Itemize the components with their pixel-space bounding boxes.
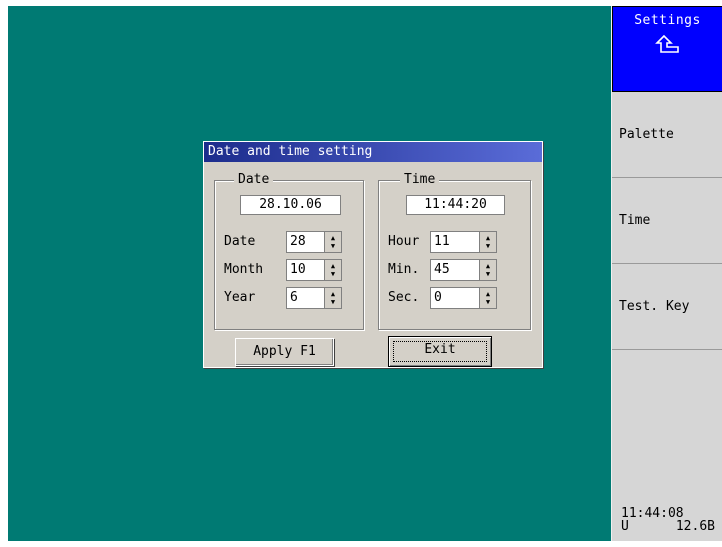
device-screen: Date and time setting Date 28.10.06 Date… bbox=[8, 6, 722, 547]
spin-arrows-icon[interactable]: ▲ ▼ bbox=[324, 260, 341, 280]
date-display: 28.10.06 bbox=[240, 195, 341, 215]
date-month-spinner[interactable]: 10 ▲ ▼ bbox=[286, 259, 342, 281]
time-min-value[interactable]: 45 bbox=[431, 260, 479, 280]
sidebar-item-label: Test. Key bbox=[619, 299, 690, 314]
time-hour-spinner[interactable]: 11 ▲ ▼ bbox=[430, 231, 497, 253]
sidebar-item-label: Time bbox=[619, 213, 651, 228]
status-unit: U bbox=[621, 519, 629, 534]
date-year-label: Year bbox=[224, 290, 256, 305]
time-group-legend: Time bbox=[400, 172, 440, 188]
time-sec-spinner[interactable]: 0 ▲ ▼ bbox=[430, 287, 497, 309]
sidebar: Settings Palette Time Test. Key 11:44:08… bbox=[611, 6, 722, 541]
date-day-value[interactable]: 28 bbox=[287, 232, 324, 252]
time-sec-label: Sec. bbox=[388, 290, 420, 305]
date-group: Date 28.10.06 Date 28 ▲ ▼ Month 10 ▲ ▼ Yea… bbox=[214, 172, 364, 330]
date-year-value[interactable]: 6 bbox=[287, 288, 324, 308]
date-day-label: Date bbox=[224, 234, 256, 249]
date-year-spinner[interactable]: 6 ▲ ▼ bbox=[286, 287, 342, 309]
sidebar-item-test-key[interactable]: Test. Key bbox=[612, 264, 722, 350]
dialog-title: Date and time setting bbox=[204, 142, 542, 162]
date-month-label: Month bbox=[224, 262, 264, 277]
time-hour-value[interactable]: 11 bbox=[431, 232, 479, 252]
time-min-spinner[interactable]: 45 ▲ ▼ bbox=[430, 259, 497, 281]
sidebar-settings-label: Settings bbox=[634, 13, 701, 28]
date-group-legend: Date bbox=[234, 172, 274, 188]
sidebar-item-palette[interactable]: Palette bbox=[612, 92, 722, 178]
spin-arrows-icon[interactable]: ▲ ▼ bbox=[324, 232, 341, 252]
sidebar-item-time[interactable]: Time bbox=[612, 178, 722, 264]
status-voltage: 12.6B bbox=[675, 519, 715, 534]
exit-button-label: Exit bbox=[393, 341, 487, 362]
time-min-label: Min. bbox=[388, 262, 420, 277]
date-time-dialog: Date and time setting Date 28.10.06 Date… bbox=[203, 141, 543, 368]
sidebar-item-label: Palette bbox=[619, 127, 674, 142]
sidebar-item-settings[interactable]: Settings bbox=[612, 6, 722, 92]
exit-button[interactable]: Exit bbox=[388, 336, 492, 367]
spin-arrows-icon[interactable]: ▲ ▼ bbox=[479, 232, 496, 252]
apply-button[interactable]: Apply F1 bbox=[235, 338, 334, 366]
spin-arrows-icon[interactable]: ▲ ▼ bbox=[479, 260, 496, 280]
status-panel: 11:44:08 U 12.6B bbox=[621, 507, 715, 533]
return-up-icon bbox=[654, 34, 679, 53]
time-hour-label: Hour bbox=[388, 234, 420, 249]
date-month-value[interactable]: 10 bbox=[287, 260, 324, 280]
time-group: Time 11:44:20 Hour 11 ▲ ▼ Min. 45 ▲ ▼ Sec.… bbox=[378, 172, 531, 330]
time-display: 11:44:20 bbox=[406, 195, 505, 215]
date-day-spinner[interactable]: 28 ▲ ▼ bbox=[286, 231, 342, 253]
desktop-area: Date and time setting Date 28.10.06 Date… bbox=[8, 6, 611, 541]
spin-arrows-icon[interactable]: ▲ ▼ bbox=[324, 288, 341, 308]
spin-arrows-icon[interactable]: ▲ ▼ bbox=[479, 288, 496, 308]
time-sec-value[interactable]: 0 bbox=[431, 288, 479, 308]
